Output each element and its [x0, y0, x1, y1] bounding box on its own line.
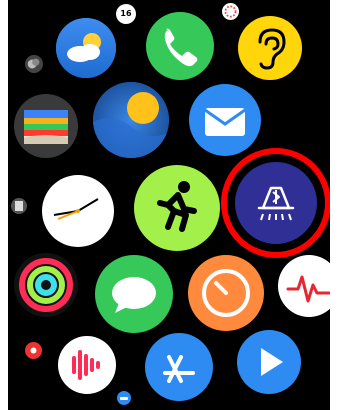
messages-app-icon[interactable] — [95, 255, 173, 333]
noise-app-icon[interactable] — [58, 336, 116, 394]
calendar-app-icon[interactable]: 16 — [116, 4, 136, 24]
timer-app-icon[interactable] — [188, 255, 264, 331]
clock-app-icon[interactable] — [42, 175, 114, 247]
bluetooth-headlight-app-icon[interactable] — [235, 162, 317, 244]
hearing-app-icon[interactable] — [238, 16, 302, 80]
car-app-icon[interactable] — [117, 391, 131, 405]
wallet-app-icon[interactable] — [14, 94, 78, 158]
watch-app-grid: 16 — [8, 0, 330, 410]
ecg-app-icon[interactable] — [278, 255, 330, 317]
breathe-app-icon[interactable] — [222, 3, 239, 20]
activity-app-icon[interactable] — [14, 253, 78, 317]
cycle-app-icon[interactable] — [25, 342, 42, 359]
app-store-app-icon[interactable] — [145, 333, 213, 401]
tv-remote-app-icon[interactable] — [237, 330, 301, 394]
calendar-date-label: 16 — [120, 9, 132, 18]
weather-app-icon[interactable] — [56, 18, 116, 78]
mini-app-icon[interactable] — [25, 55, 43, 73]
phone-app-icon[interactable] — [146, 12, 214, 80]
mail-app-icon[interactable] — [189, 84, 261, 156]
workout-app-icon[interactable] — [134, 165, 220, 251]
astronomy-app-icon[interactable] — [93, 82, 169, 158]
calculator-app-icon[interactable] — [11, 198, 27, 214]
